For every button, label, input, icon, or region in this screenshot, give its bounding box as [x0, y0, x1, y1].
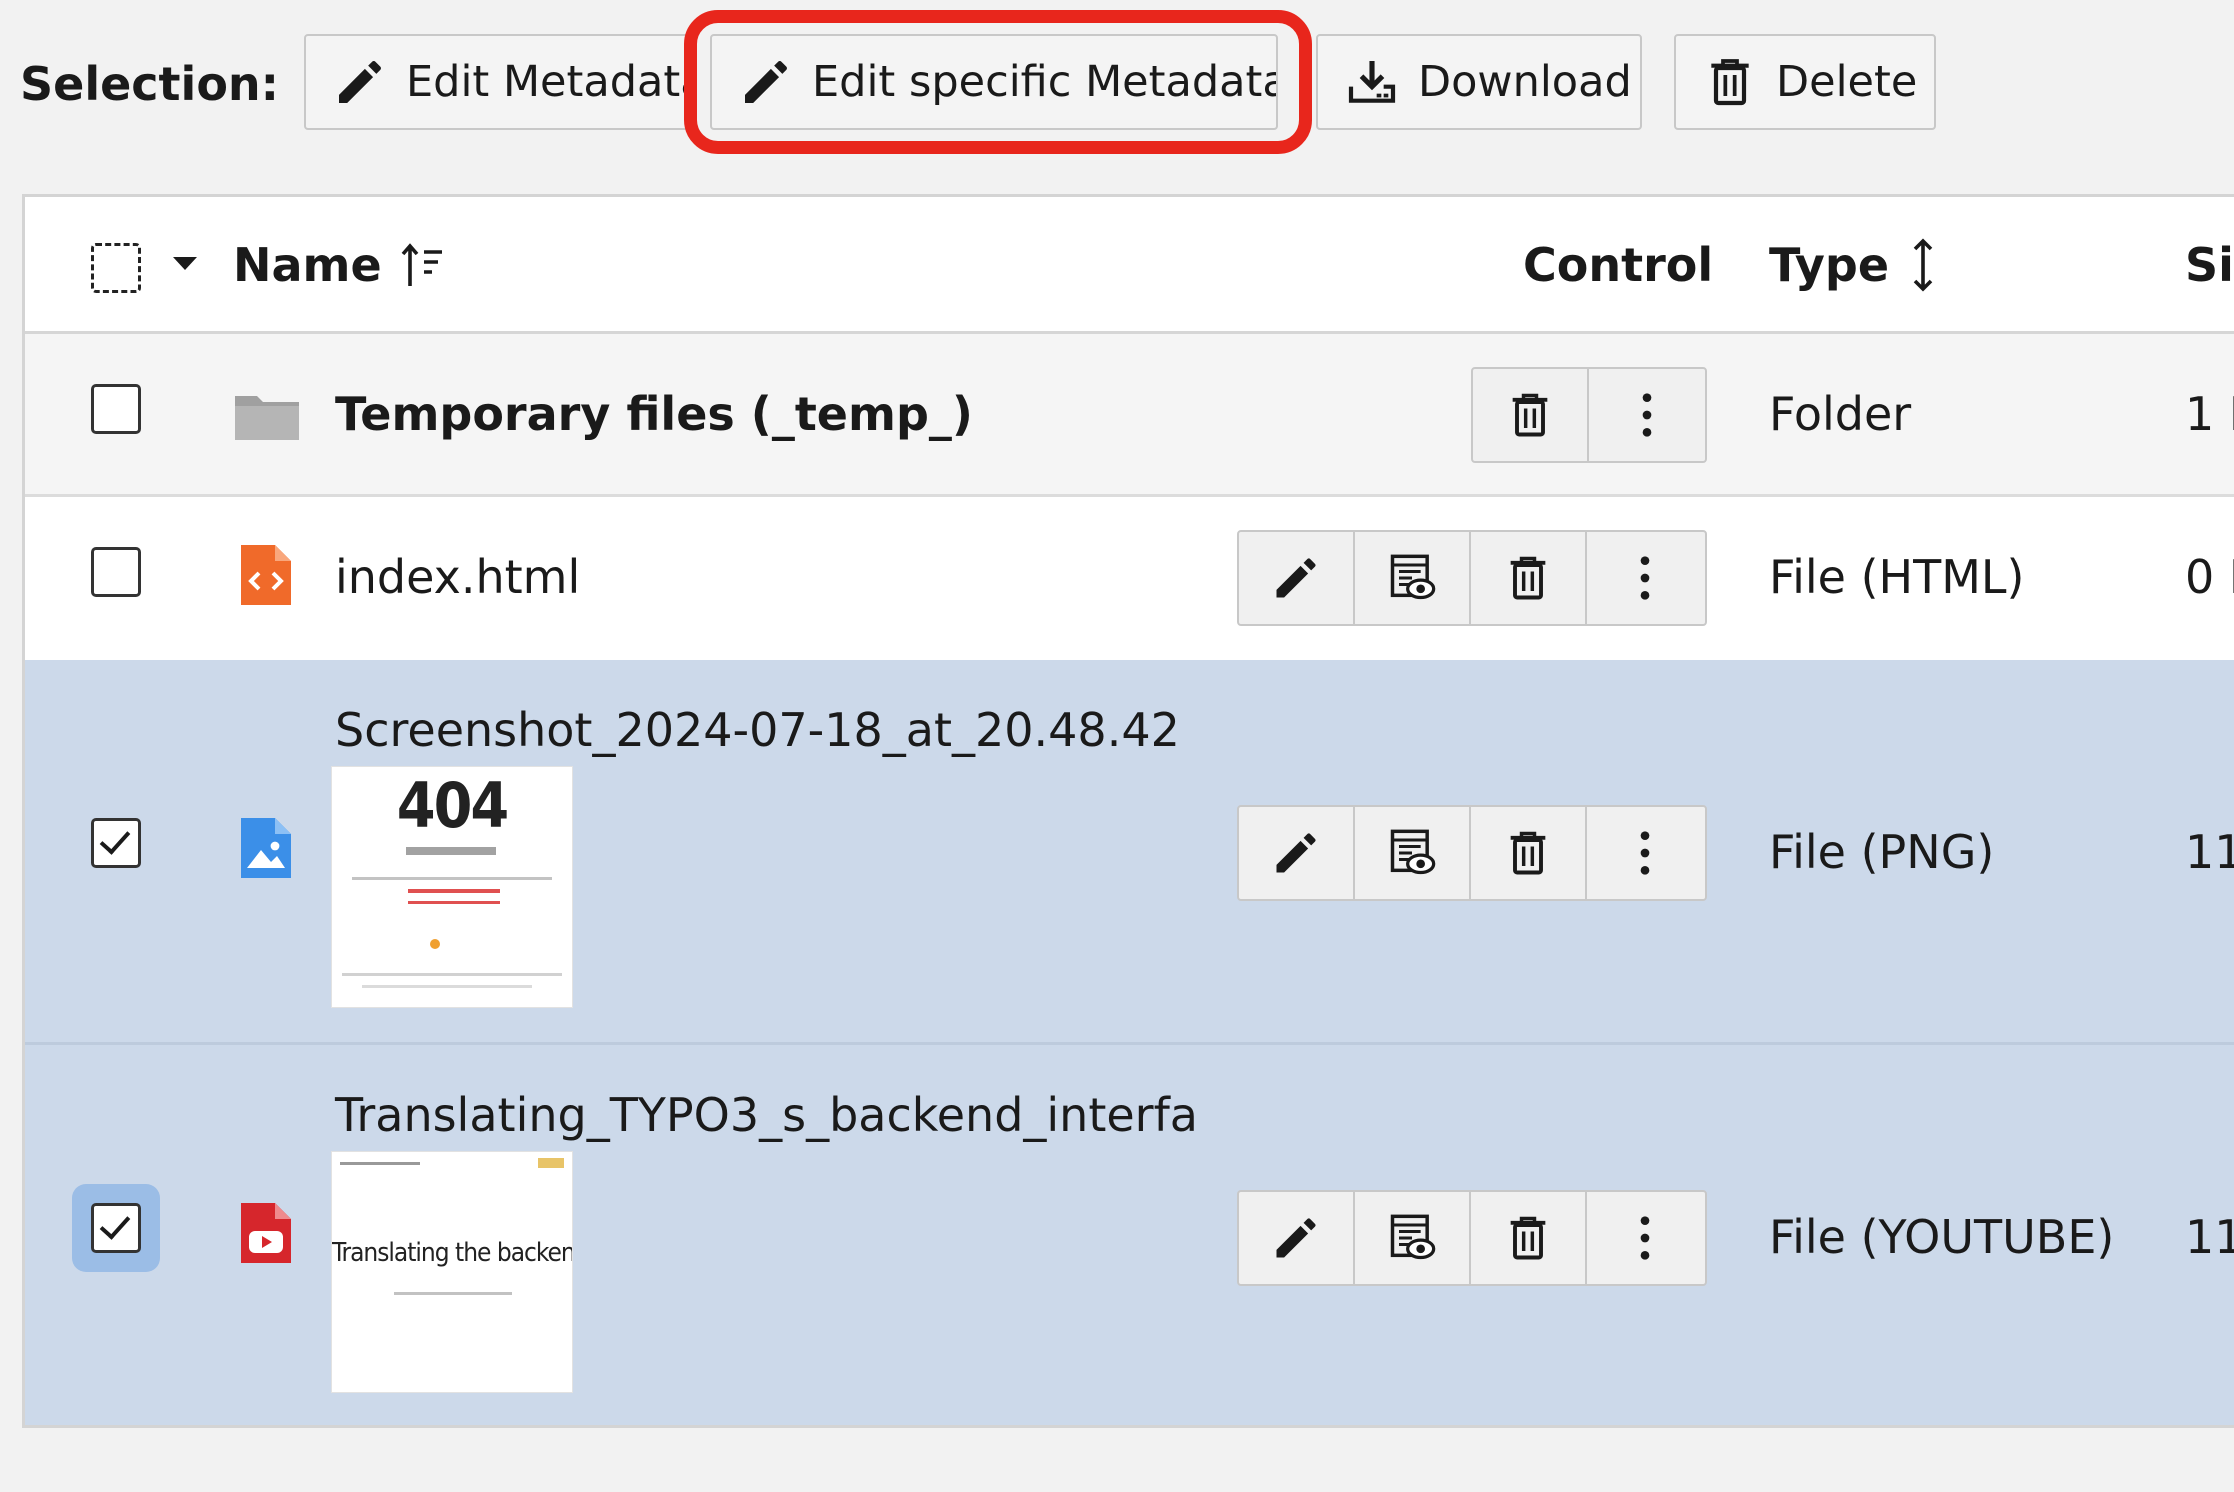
column-header-type-label: Type [1769, 238, 1890, 292]
file-name[interactable]: Translating_TYPO3_s_backend_interfa [335, 1085, 1198, 1145]
row-controls [1237, 530, 1707, 626]
file-type: File (PNG) [1769, 825, 1995, 879]
video-thumbnail[interactable]: Translating the backend [331, 1151, 573, 1393]
edit-metadata-button[interactable]: Edit Metadata [304, 34, 690, 130]
more-options-button[interactable] [1587, 807, 1703, 899]
thumbnail-line [362, 985, 532, 988]
more-vertical-icon [1640, 1216, 1650, 1260]
download-button[interactable]: Download [1316, 34, 1642, 130]
sort-toggle-icon [1909, 237, 1937, 293]
table-row[interactable]: Temporary files (_temp_) Folder 1 I [25, 334, 2234, 497]
selection-label: Selection: [20, 57, 280, 111]
delete-button[interactable]: Delete [1674, 34, 1936, 130]
row-controls [1237, 1190, 1707, 1286]
preview-icon [1390, 1214, 1436, 1260]
trash-icon [1510, 556, 1546, 600]
thumbnail-line [352, 877, 552, 880]
thumbnail-dot [430, 939, 440, 949]
more-vertical-icon [1640, 556, 1650, 600]
preview-icon [1390, 829, 1436, 875]
trash-icon [1510, 831, 1546, 875]
table-row[interactable]: Translating_TYPO3_s_backend_interfa Tran… [25, 1045, 2234, 1425]
view-row-button[interactable] [1355, 1192, 1471, 1284]
file-type: File (YOUTUBE) [1769, 1210, 2115, 1264]
trash-icon [1510, 1216, 1546, 1260]
file-list-table: Name Control Type Si Temporary files (_t… [22, 194, 2234, 1428]
select-all-checkbox[interactable] [91, 243, 141, 293]
column-header-type[interactable]: Type [1769, 235, 1937, 295]
download-icon [1344, 54, 1400, 110]
youtube-file-icon [241, 1203, 291, 1263]
edit-row-button[interactable] [1239, 532, 1355, 624]
pencil-icon [332, 54, 388, 110]
edit-metadata-label: Edit Metadata [406, 57, 690, 107]
more-vertical-icon [1642, 393, 1652, 437]
html-file-icon [241, 545, 291, 605]
file-size: 0 I [2185, 550, 2234, 604]
pencil-icon [1276, 558, 1316, 598]
file-type: Folder [1769, 387, 1912, 441]
delete-row-button[interactable] [1473, 369, 1589, 461]
delete-row-button[interactable] [1471, 807, 1587, 899]
pencil-icon [1276, 833, 1316, 873]
more-options-button[interactable] [1587, 1192, 1703, 1284]
row-controls [1471, 367, 1707, 463]
row-checkbox[interactable] [91, 384, 141, 434]
table-header-row: Name Control Type Si [25, 197, 2234, 334]
delete-label: Delete [1776, 57, 1918, 107]
thumbnail-line [406, 847, 496, 855]
file-name[interactable]: index.html [335, 547, 580, 607]
download-label: Download [1418, 57, 1632, 107]
thumbnail-logo [538, 1158, 564, 1168]
file-name[interactable]: Temporary files (_temp_) [335, 384, 973, 444]
view-row-button[interactable] [1355, 532, 1471, 624]
row-checkbox[interactable] [91, 1203, 141, 1253]
column-header-control: Control [1523, 238, 1714, 292]
thumbnail-heading: 404 [396, 769, 509, 842]
image-file-icon [241, 818, 291, 878]
file-size: 11 [2185, 1210, 2234, 1264]
sort-ascending-icon [400, 240, 444, 290]
thumbnail-line [408, 889, 500, 893]
delete-row-button[interactable] [1471, 532, 1587, 624]
image-thumbnail[interactable]: 404 [331, 766, 573, 1008]
table-row[interactable]: Screenshot_2024-07-18_at_20.48.42 404 Fi… [25, 660, 2234, 1045]
pencil-icon [738, 54, 794, 110]
thumbnail-line [394, 1292, 512, 1295]
file-size: 1 I [2185, 387, 2234, 441]
trash-icon [1702, 54, 1758, 110]
row-controls [1237, 805, 1707, 901]
file-size: 11 [2185, 825, 2234, 879]
select-menu-caret-icon[interactable] [173, 257, 197, 270]
thumbnail-line [342, 973, 562, 976]
selection-toolbar: Selection: Edit Metadata Edit specific M… [0, 0, 2234, 170]
row-checkbox[interactable] [91, 547, 141, 597]
more-vertical-icon [1640, 831, 1650, 875]
edit-specific-metadata-button[interactable]: Edit specific Metadata [710, 34, 1278, 130]
thumbnail-title: Translating the backend [332, 1238, 573, 1268]
edit-row-button[interactable] [1239, 807, 1355, 899]
file-name[interactable]: Screenshot_2024-07-18_at_20.48.42 [335, 700, 1180, 760]
thumbnail-line [408, 901, 500, 904]
edit-row-button[interactable] [1239, 1192, 1355, 1284]
folder-icon [235, 390, 299, 444]
more-options-button[interactable] [1589, 369, 1705, 461]
column-header-name-label: Name [233, 238, 382, 292]
file-type: File (HTML) [1769, 550, 2025, 604]
trash-icon [1512, 393, 1548, 437]
view-row-button[interactable] [1355, 807, 1471, 899]
edit-specific-metadata-label: Edit specific Metadata [812, 57, 1278, 107]
more-options-button[interactable] [1587, 532, 1703, 624]
thumbnail-line [340, 1162, 420, 1165]
pencil-icon [1276, 1218, 1316, 1258]
preview-icon [1390, 554, 1436, 600]
column-header-size[interactable]: Si [2185, 235, 2234, 295]
row-checkbox[interactable] [91, 818, 141, 868]
delete-row-button[interactable] [1471, 1192, 1587, 1284]
table-row[interactable]: index.html File (HTML) 0 [25, 497, 2234, 660]
column-header-name[interactable]: Name [233, 235, 444, 295]
